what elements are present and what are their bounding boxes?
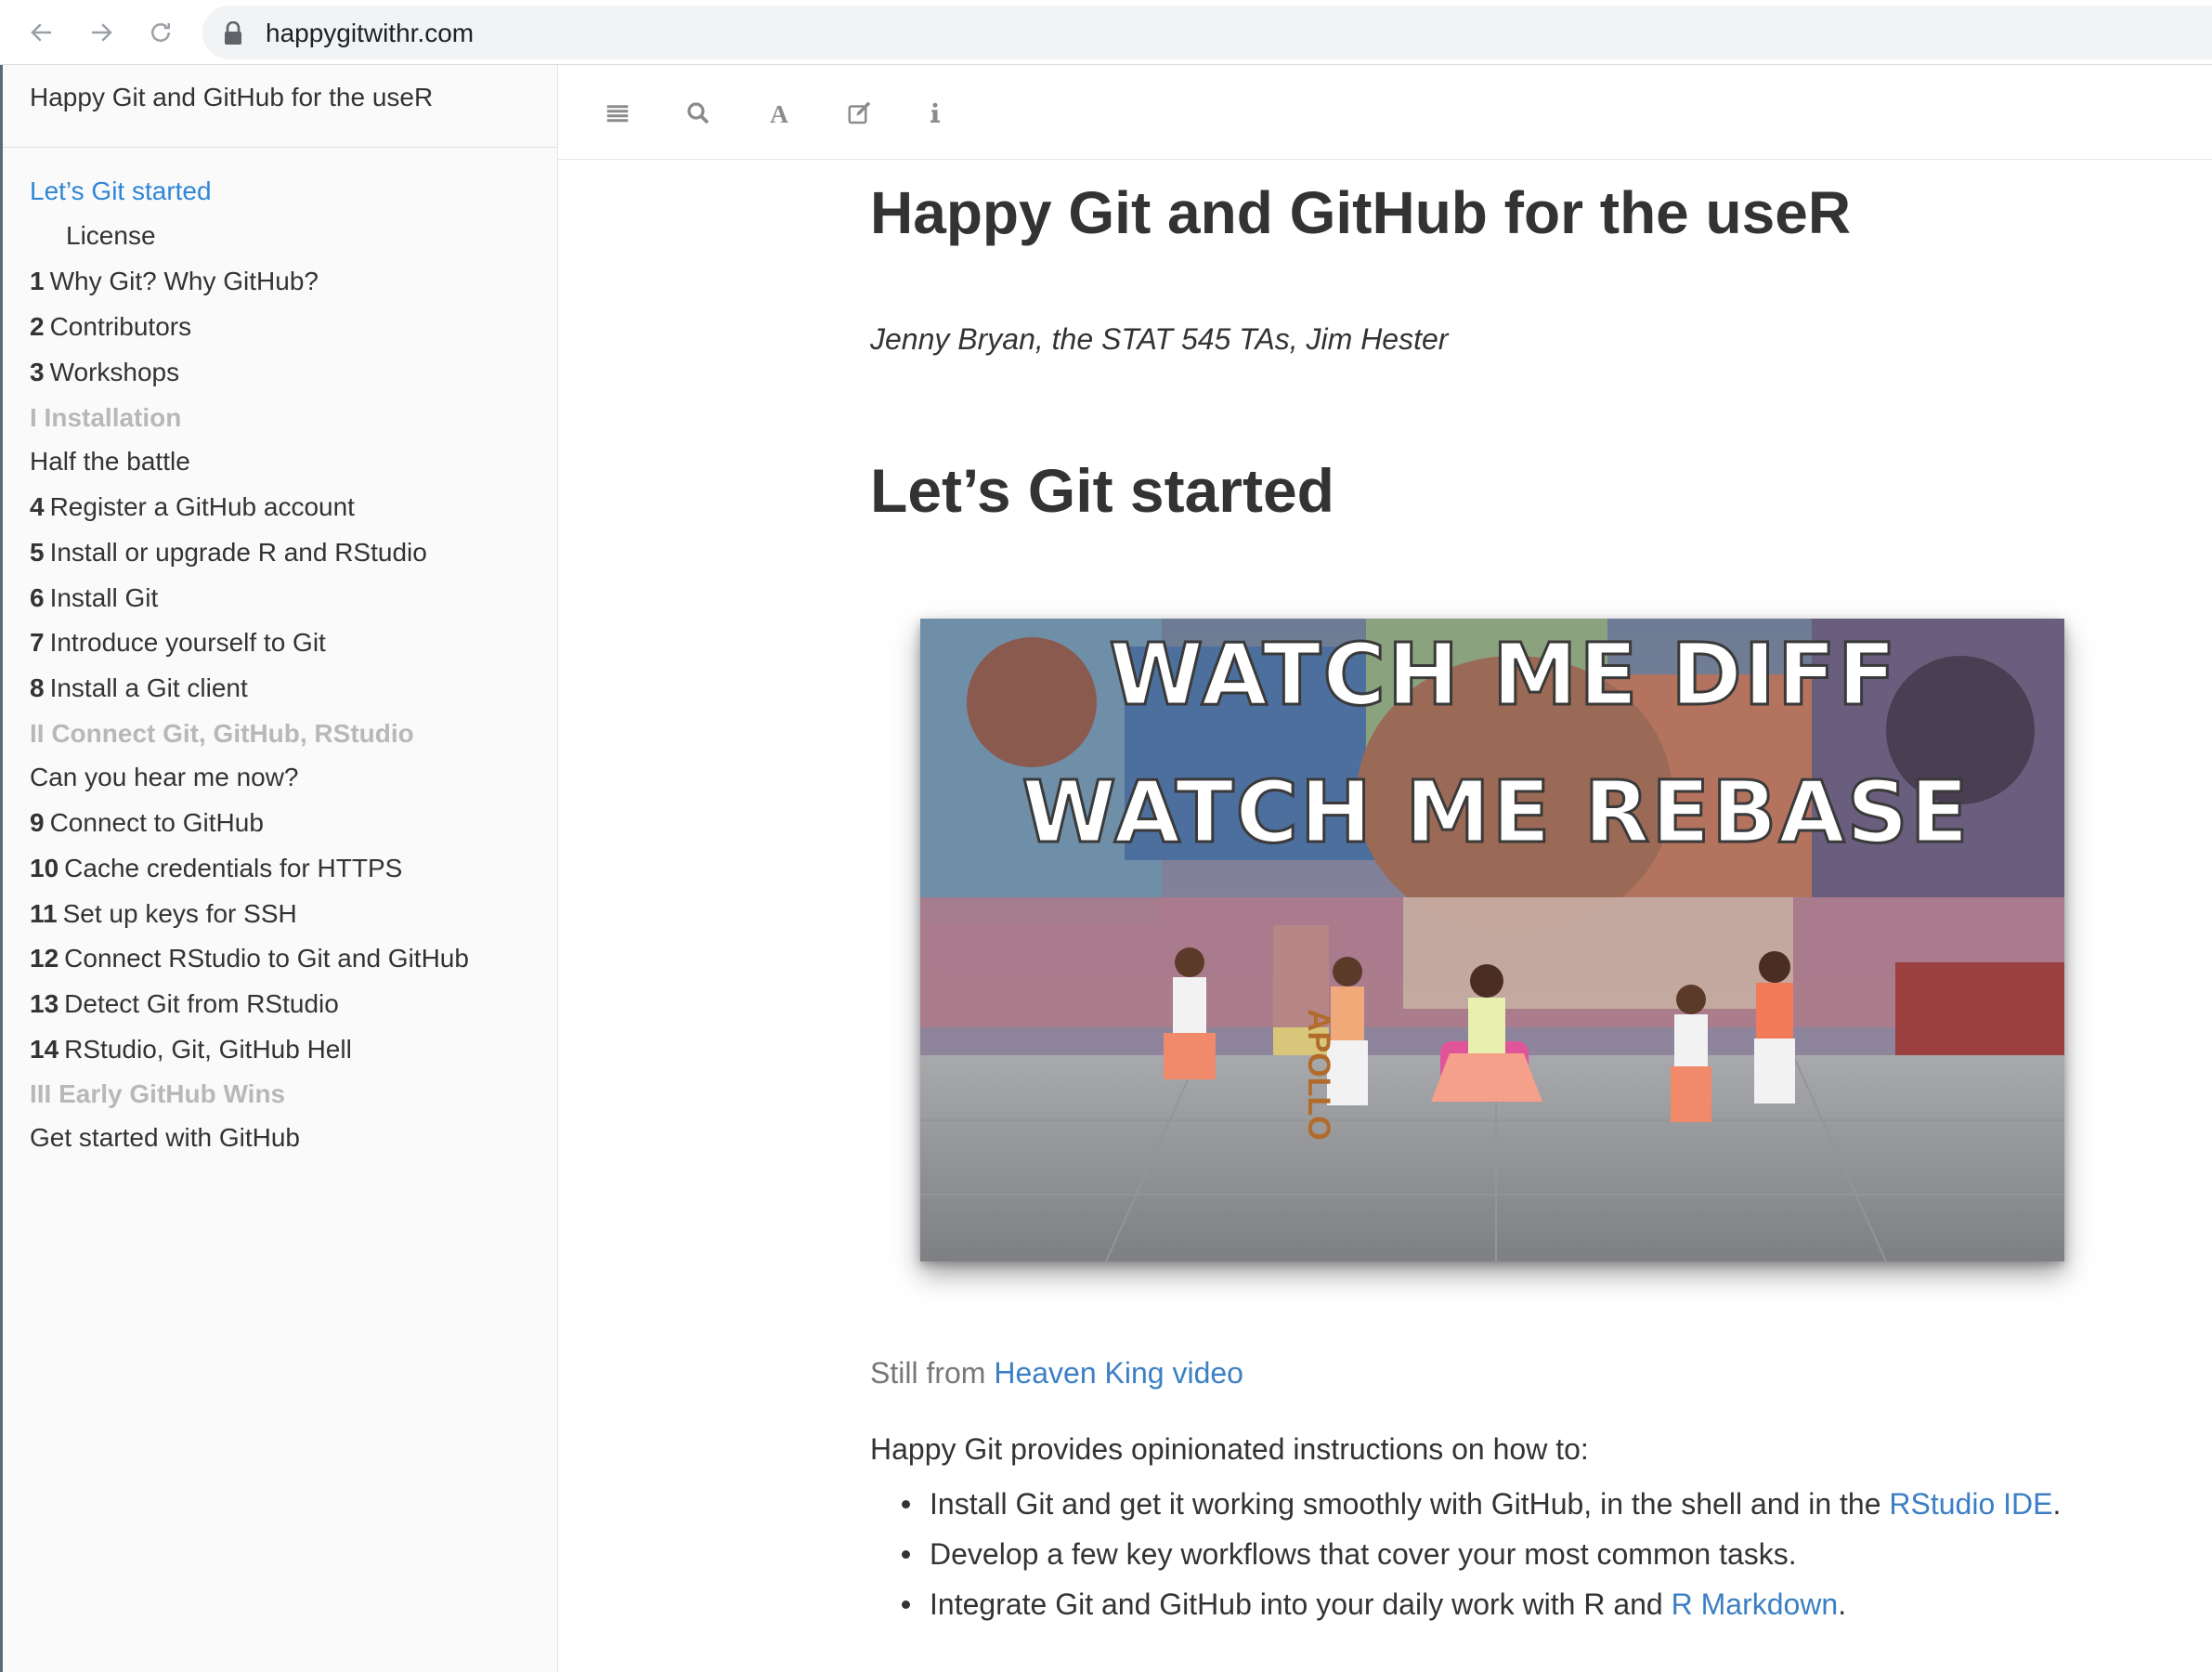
inline-link[interactable]: RStudio IDE — [1889, 1487, 2052, 1521]
sidebar-item[interactable]: 14 RStudio, Git, GitHub Hell — [30, 1035, 352, 1065]
sidebar-item[interactable]: 8 Install a Git client — [30, 673, 248, 703]
sidebar-item[interactable]: 3 Workshops — [30, 358, 179, 387]
list-item-punctuation: . — [1838, 1587, 1847, 1621]
sidebar-item: II Connect Git, GitHub, RStudio — [30, 719, 414, 749]
sidebar-item-number: 5 — [30, 538, 45, 567]
sidebar-item-label: Install a Git client — [49, 673, 248, 702]
sidebar-item-label: II Connect Git, GitHub, RStudio — [30, 719, 414, 748]
list-item: Integrate Git and GitHub into your daily… — [870, 1587, 2152, 1637]
list-item-punctuation: . — [2052, 1487, 2062, 1521]
page-title: Happy Git and GitHub for the useR — [870, 179, 1852, 246]
sidebar-item[interactable]: Half the battle — [30, 447, 190, 477]
address-bar[interactable]: happygitwithr.com — [202, 6, 2212, 59]
sidebar-item-label: I Installation — [30, 403, 182, 432]
sidebar-item-label: Get started with GitHub — [30, 1123, 301, 1152]
sidebar-item[interactable]: 4 Register a GitHub account — [30, 492, 355, 522]
sidebar-item[interactable]: Let’s Git started — [30, 176, 212, 206]
sidebar-item[interactable]: Get started with GitHub — [30, 1123, 300, 1153]
font-settings-icon[interactable]: A — [761, 95, 798, 132]
caption-prefix: Still from — [870, 1356, 995, 1390]
list-item-text: Integrate Git and GitHub into your daily… — [930, 1587, 1672, 1621]
hero-line-1: WATCH ME DIFF — [1109, 625, 1897, 725]
sidebar-item-number: 12 — [30, 944, 59, 973]
sidebar-item[interactable]: 11 Set up keys for SSH — [30, 899, 297, 929]
sidebar-item-number: 13 — [30, 989, 59, 1018]
url-text: happygitwithr.com — [266, 19, 475, 47]
sidebar-item-number: 1 — [30, 267, 45, 295]
forward-arrow-icon[interactable] — [80, 11, 123, 54]
info-icon[interactable] — [917, 95, 954, 132]
sidebar-item[interactable]: License — [66, 221, 156, 251]
goals-list: Install Git and get it working smoothly … — [870, 1486, 2152, 1637]
sidebar-item[interactable]: 1 Why Git? Why GitHub? — [30, 267, 319, 296]
sidebar-item-label: Why Git? Why GitHub? — [49, 267, 319, 295]
sidebar-item-label: Cache credentials for HTTPS — [64, 854, 403, 882]
sidebar-item-label: Register a GitHub account — [49, 492, 355, 521]
toggle-sidebar-icon[interactable] — [599, 95, 636, 132]
list-item-text: Develop a few key workflows that cover y… — [930, 1537, 1797, 1571]
sidebar-item-label: Connect RStudio to Git and GitHub — [64, 944, 469, 973]
sidebar-item-number: 2 — [30, 312, 45, 341]
book-toolbar: A — [558, 65, 2212, 160]
sidebar-item[interactable]: 13 Detect Git from RStudio — [30, 989, 339, 1019]
image-caption: Still from Heaven King video — [870, 1356, 1243, 1391]
inline-link[interactable]: R Markdown — [1672, 1587, 1839, 1621]
sidebar-book-title[interactable]: Happy Git and GitHub for the useR — [30, 83, 433, 112]
sidebar-item[interactable]: 12 Connect RStudio to Git and GitHub — [30, 944, 469, 973]
sidebar-item-label: RStudio, Git, GitHub Hell — [64, 1035, 352, 1064]
sidebar-item-number: 9 — [30, 808, 45, 837]
list-item-text: Install Git and get it working smoothly … — [930, 1487, 1890, 1521]
sidebar-item-number: 8 — [30, 673, 45, 702]
mural-text: APOLLO — [1301, 1009, 1336, 1141]
browser-toolbar: happygitwithr.com — [0, 0, 2212, 65]
sidebar-item-number: 4 — [30, 492, 45, 521]
sidebar-item-label: Set up keys for SSH — [62, 899, 297, 928]
sidebar-item-label: Introduce yourself to Git — [49, 628, 326, 657]
sidebar-item-label: Workshops — [49, 358, 180, 386]
authors: Jenny Bryan, the STAT 545 TAs, Jim Heste… — [870, 322, 1449, 356]
sidebar-item-number: 7 — [30, 628, 45, 657]
sidebar-item[interactable]: 7 Introduce yourself to Git — [30, 628, 326, 658]
sidebar-item-label: Half the battle — [30, 447, 190, 476]
sidebar-item-label: Connect to GitHub — [49, 808, 264, 837]
list-item: Develop a few key workflows that cover y… — [870, 1536, 2152, 1587]
edit-icon[interactable] — [841, 95, 878, 132]
sidebar-item[interactable]: Can you hear me now? — [30, 763, 299, 792]
sidebar-item-label: III Early GitHub Wins — [30, 1079, 286, 1108]
sidebar-item-label: Contributors — [49, 312, 192, 341]
sidebar-item-number: 11 — [30, 899, 58, 928]
sidebar-divider — [3, 147, 557, 148]
reload-icon[interactable] — [139, 11, 182, 54]
search-icon[interactable] — [680, 95, 717, 132]
sidebar-item: I Installation — [30, 403, 181, 433]
lock-icon — [225, 21, 241, 45]
sidebar-item[interactable]: 10 Cache credentials for HTTPS — [30, 854, 402, 883]
hero-line-2: WATCH ME REBASE — [1021, 763, 1970, 862]
sidebar-item[interactable]: 5 Install or upgrade R and RStudio — [30, 538, 427, 568]
list-item: Install Git and get it working smoothly … — [870, 1486, 2152, 1536]
chapter-heading: Let’s Git started — [870, 456, 1334, 525]
sidebar: Happy Git and GitHub for the useR Let’s … — [3, 65, 558, 1672]
hero-image: APOLLO WATCH ME DIFF WATCH ME REBASE — [920, 619, 2064, 1261]
heaven-king-video-link[interactable]: Heaven King video — [994, 1356, 1243, 1390]
sidebar-item-number: 10 — [30, 854, 59, 882]
intro-paragraph: Happy Git provides opinionated instructi… — [870, 1432, 1589, 1466]
sidebar-item-label: Can you hear me now? — [30, 763, 299, 791]
sidebar-item-number: 6 — [30, 583, 45, 612]
sidebar-item-label: Install or upgrade R and RStudio — [49, 538, 427, 567]
sidebar-item[interactable]: 6 Install Git — [30, 583, 158, 613]
svg-text:A: A — [770, 99, 788, 127]
sidebar-item-label: Detect Git from RStudio — [64, 989, 339, 1018]
sidebar-item: III Early GitHub Wins — [30, 1079, 285, 1109]
sidebar-item[interactable]: 2 Contributors — [30, 312, 191, 342]
sidebar-item-number: 3 — [30, 358, 45, 386]
sidebar-item-label: License — [66, 221, 156, 250]
sidebar-item-number: 14 — [30, 1035, 59, 1064]
sidebar-item-label: Install Git — [49, 583, 159, 612]
back-arrow-icon[interactable] — [20, 11, 63, 54]
sidebar-item-label: Let’s Git started — [30, 176, 212, 205]
sidebar-item[interactable]: 9 Connect to GitHub — [30, 808, 264, 838]
